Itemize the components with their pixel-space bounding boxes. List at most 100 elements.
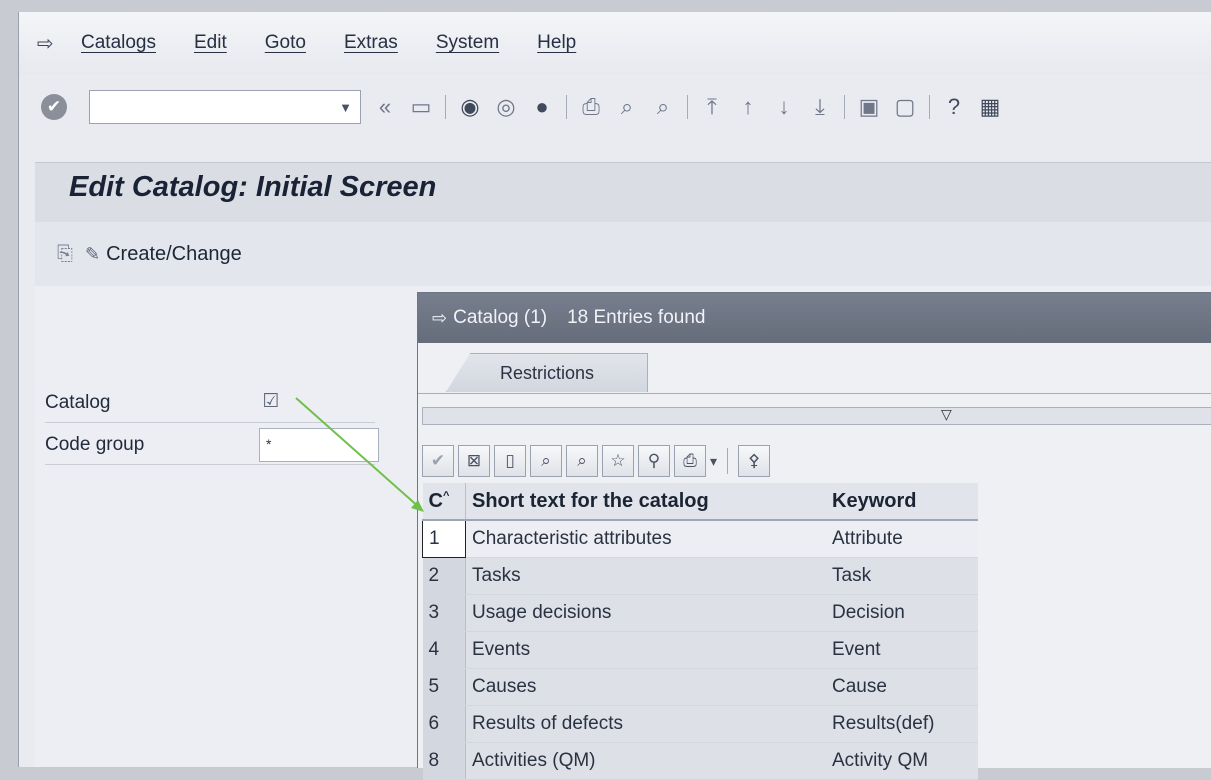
standard-toolbar: ✔ ▼ « ▭ ◉ ◎ ● ⎙ ⌕ ⌕ ⤒ ↑ ↓ ⤓ ▣ ▢ ? ▦ [19, 84, 1211, 130]
menu-extras[interactable]: Extras [344, 32, 398, 54]
tabstrip: Restrictions [418, 343, 1211, 394]
copy-checkmark-icon[interactable]: ✔ [422, 445, 454, 477]
cell-code[interactable]: 2 [422, 557, 466, 595]
column-header-code-label: C [428, 489, 443, 512]
help-search-icon[interactable]: ⚲ [638, 445, 670, 477]
column-header-code[interactable]: C^ [422, 483, 466, 521]
popup-title: Catalog (1) [453, 307, 548, 328]
table-row[interactable]: 5 Causes Cause [422, 668, 978, 706]
table-row[interactable]: 2 Tasks Task [422, 557, 978, 595]
cell-keyword[interactable]: Cause [826, 668, 978, 706]
table-row[interactable]: 1 Characteristic attributes Attribute [422, 519, 978, 558]
expand-triangle-icon[interactable]: ▽ [941, 406, 952, 423]
toolbar-separator [727, 448, 729, 474]
cell-short-text[interactable]: Characteristic attributes [465, 520, 826, 558]
command-field[interactable]: ▼ [89, 90, 361, 124]
menu-exit-icon[interactable]: ⇨ [37, 31, 65, 56]
table-row[interactable]: 3 Usage decisions Decision [422, 594, 978, 632]
cell-short-text[interactable]: Tasks [465, 557, 826, 595]
cell-keyword[interactable]: Activity QM [826, 742, 978, 780]
find-next-icon[interactable]: ⌕ [566, 445, 598, 477]
menu-system[interactable]: System [436, 32, 499, 54]
next-page-icon[interactable]: ↓ [772, 94, 796, 120]
new-session-icon[interactable]: ▣ [857, 94, 881, 120]
cancel-box-icon[interactable]: ⊠ [458, 445, 490, 477]
table-row[interactable]: 8 Activities (QM) Activity QM [422, 742, 978, 780]
back-icon[interactable]: ◉ [458, 94, 482, 120]
restrictions-splitter[interactable]: ▽ [422, 406, 1211, 425]
new-document-icon[interactable]: ▯ [494, 445, 526, 477]
create-change-button[interactable]: Create/Change [106, 243, 242, 266]
cell-code[interactable]: 4 [422, 631, 466, 669]
find-next-icon[interactable]: ⌕ [651, 94, 675, 120]
first-page-icon[interactable]: ⤒ [700, 94, 724, 120]
code-group-row: Code group * [45, 426, 379, 465]
cell-code[interactable]: 5 [422, 668, 466, 706]
save-icon[interactable]: ▭ [409, 94, 433, 120]
cell-code[interactable]: 6 [422, 705, 466, 743]
find-icon[interactable]: ⌕ [615, 94, 639, 120]
menu-edit[interactable]: Edit [194, 32, 227, 54]
toolbar-separator [445, 95, 446, 119]
shortcut-icon[interactable]: ▢ [893, 94, 917, 120]
cell-keyword[interactable]: Task [826, 557, 978, 595]
cell-code[interactable]: 1 [422, 519, 466, 558]
collapse-icon[interactable]: « [373, 94, 397, 120]
previous-page-icon[interactable]: ↑ [736, 94, 760, 120]
entries-found: 18 Entries found [567, 307, 706, 328]
menubar: ⇨ Catalogs Edit Goto Extras System Help [19, 12, 1211, 74]
last-page-icon[interactable]: ⤓ [808, 94, 832, 120]
toolbar-separator [566, 95, 567, 119]
add-favorite-icon[interactable]: ☆ [602, 445, 634, 477]
table-row[interactable]: 6 Results of defects Results(def) [422, 705, 978, 743]
dropdown-arrow-icon[interactable]: ▼ [339, 100, 352, 115]
column-header-keyword[interactable]: Keyword [826, 483, 978, 521]
other-object-icon[interactable]: ⎘ [57, 243, 73, 266]
cell-short-text[interactable]: Results of defects [465, 705, 826, 743]
menu-goto[interactable]: Goto [265, 32, 306, 54]
layout-menu-icon[interactable]: ▦ [978, 94, 1002, 120]
print-icon[interactable]: ⎙ [579, 94, 603, 120]
toolbar-separator [929, 95, 930, 119]
cell-code[interactable]: 8 [422, 742, 466, 780]
f4-help-icon[interactable]: ☑ [259, 390, 283, 416]
toolbar-separator [844, 95, 845, 119]
cell-short-text[interactable]: Causes [465, 668, 826, 706]
cell-short-text[interactable]: Events [465, 631, 826, 669]
toolbar-separator [687, 95, 688, 119]
cell-keyword[interactable]: Attribute [826, 520, 978, 558]
cell-keyword[interactable]: Results(def) [826, 705, 978, 743]
page-title: Edit Catalog: Initial Screen [69, 171, 437, 203]
dropdown-dot-icon[interactable]: ▾ [710, 453, 717, 470]
table-header-row: C^ Short text for the catalog Keyword [422, 483, 978, 521]
cell-short-text[interactable]: Usage decisions [465, 594, 826, 632]
find-icon[interactable]: ⌕ [530, 445, 562, 477]
menu-catalogs[interactable]: Catalogs [81, 32, 156, 54]
help-icon[interactable]: ? [942, 94, 966, 120]
catalog-row: Catalog ☑ [45, 384, 375, 423]
code-group-label: Code group [45, 434, 145, 455]
cancel-icon[interactable]: ● [530, 94, 554, 120]
exit-icon[interactable]: ◎ [494, 94, 518, 120]
application-toolbar: ⎘ ✎ Create/Change [35, 222, 1211, 286]
title-bar: Edit Catalog: Initial Screen [35, 162, 1211, 223]
print-icon[interactable]: ⎙ [674, 445, 706, 477]
popup-window-icon: ⇨ [432, 307, 448, 328]
sort-icon: ^ [442, 489, 450, 502]
pencil-icon: ✎ [85, 243, 101, 264]
column-header-short-text[interactable]: Short text for the catalog [465, 483, 826, 521]
cell-keyword[interactable]: Decision [826, 594, 978, 632]
cell-short-text[interactable]: Activities (QM) [465, 742, 826, 780]
popup-header: ⇨ Catalog (1) 18 Entries found [418, 293, 1211, 343]
enter-checkmark-icon[interactable]: ✔ [41, 94, 67, 120]
catalog-label: Catalog [45, 392, 111, 413]
menu-help[interactable]: Help [537, 32, 576, 54]
cell-code[interactable]: 3 [422, 594, 466, 632]
tab-restrictions[interactable]: Restrictions [446, 353, 648, 392]
settings-icon[interactable]: ⚴ [738, 445, 771, 477]
table-row[interactable]: 4 Events Event [422, 631, 978, 669]
catalog-value-help-popup: ⇨ Catalog (1) 18 Entries found Restricti… [417, 292, 1211, 780]
alv-toolbar: ✔ ⊠ ▯ ⌕ ⌕ ☆ ⚲ ⎙ ▾ ⚴ [422, 441, 774, 481]
cell-keyword[interactable]: Event [826, 631, 978, 669]
code-group-input[interactable]: * [259, 428, 379, 462]
